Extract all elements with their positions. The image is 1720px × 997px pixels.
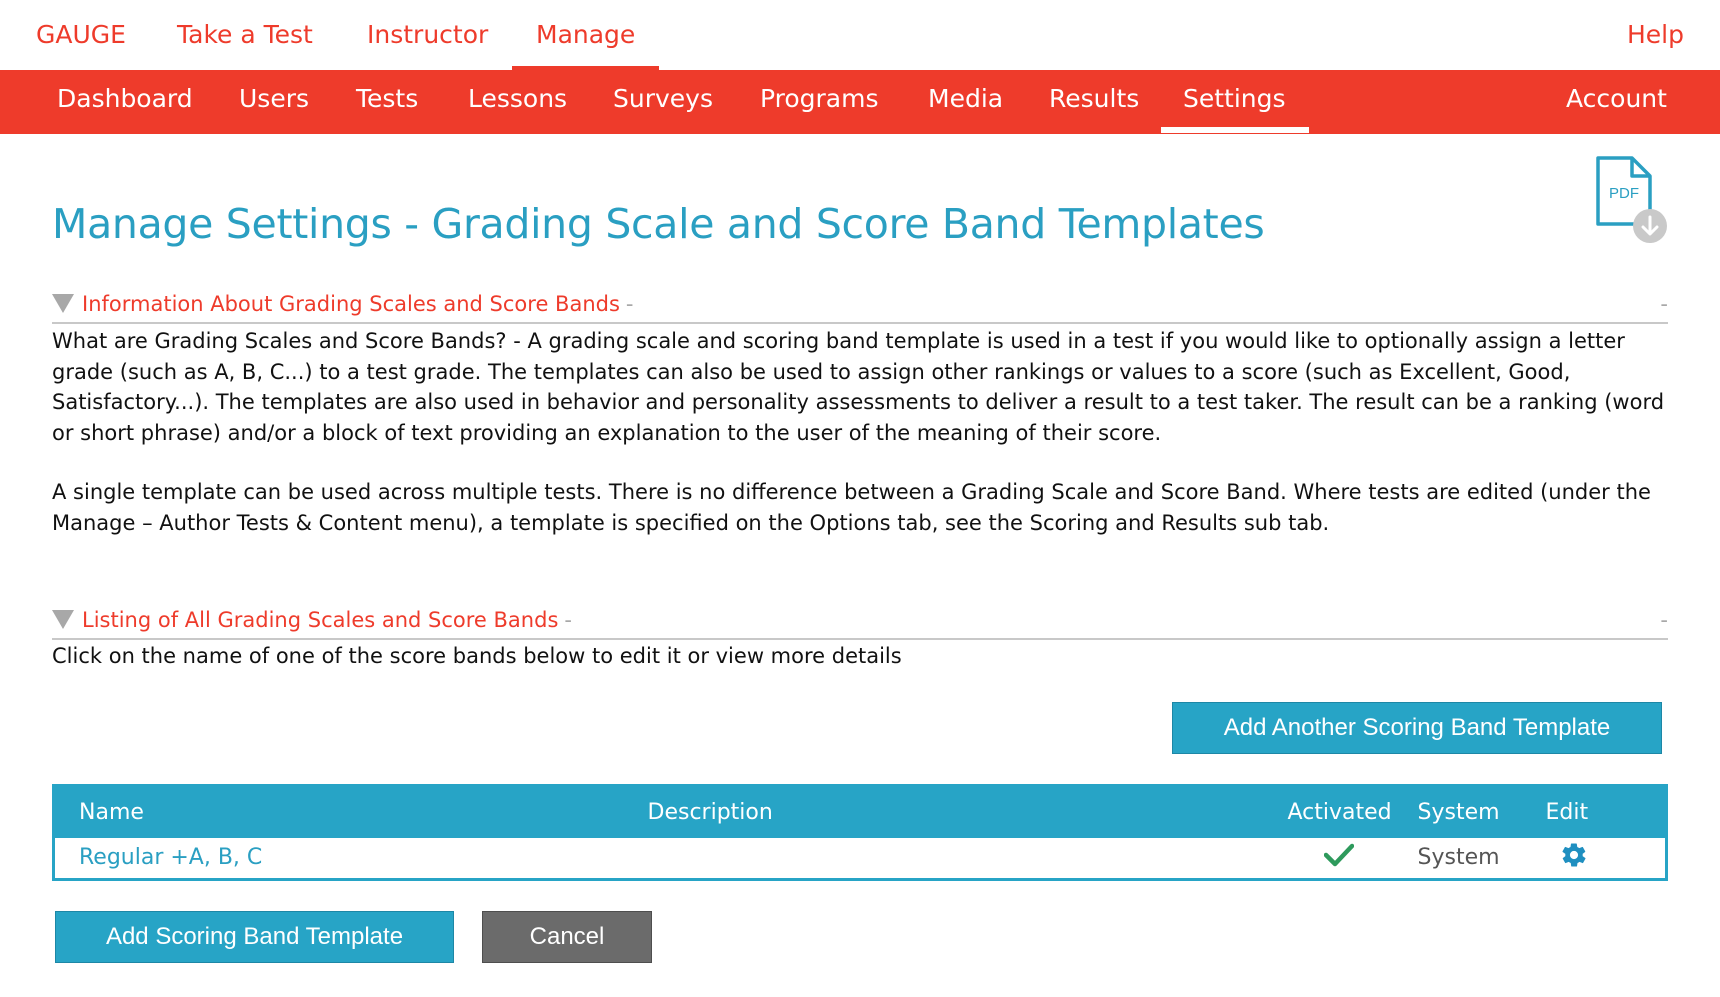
sub-nav-item-results[interactable]: Results — [1049, 84, 1139, 113]
score-band-table: Name Description Activated System Edit R… — [52, 784, 1668, 881]
cancel-button[interactable]: Cancel — [482, 911, 652, 963]
column-header-activated[interactable]: Activated — [1287, 785, 1408, 838]
sub-nav-item-users[interactable]: Users — [239, 84, 309, 113]
sub-nav-item-tests[interactable]: Tests — [356, 84, 418, 113]
listing-section-toggle[interactable]: - — [564, 608, 572, 632]
page-title: Manage Settings - Grading Scale and Scor… — [52, 200, 1265, 248]
collapse-triangle-icon[interactable] — [52, 610, 74, 629]
table-row[interactable]: Regular +A, B, C System — [54, 838, 1667, 880]
sub-nav-item-media[interactable]: Media — [928, 84, 1003, 113]
info-paragraph-1: What are Grading Scales and Score Bands?… — [52, 326, 1672, 448]
add-another-scoring-band-button[interactable]: Add Another Scoring Band Template — [1172, 702, 1662, 754]
sub-nav-item-dashboard[interactable]: Dashboard — [57, 84, 193, 113]
column-header-system[interactable]: System — [1407, 785, 1536, 838]
column-header-name[interactable]: Name — [53, 785, 624, 838]
checkmark-icon — [1323, 843, 1354, 866]
brand-link[interactable]: GAUGE — [36, 20, 126, 49]
gear-icon[interactable] — [1560, 841, 1588, 869]
top-nav-item-manage[interactable]: Manage — [511, 20, 660, 71]
sub-nav-item-programs[interactable]: Programs — [760, 84, 879, 113]
account-link[interactable]: Account — [1566, 84, 1667, 113]
listing-section-collapse-toggle[interactable]: - — [1660, 608, 1668, 632]
sub-nav-item-settings[interactable]: Settings — [1161, 84, 1308, 133]
info-section-header[interactable]: Information About Grading Scales and Sco… — [52, 290, 1668, 324]
help-link[interactable]: Help — [1627, 20, 1684, 49]
info-paragraph-2: A single template can be used across mul… — [52, 480, 1651, 535]
row-name-link[interactable]: Regular +A, B, C — [54, 838, 624, 880]
column-header-description[interactable]: Description — [623, 785, 1288, 838]
listing-instruction: Click on the name of one of the score ba… — [52, 644, 902, 668]
collapse-triangle-icon[interactable] — [52, 294, 74, 313]
top-nav-item-take-a-test[interactable]: Take a Test — [177, 20, 313, 49]
row-description — [624, 838, 1288, 880]
listing-section-heading[interactable]: Listing of All Grading Scales and Score … — [82, 608, 558, 632]
row-edit[interactable] — [1536, 838, 1667, 880]
pdf-icon-label: PDF — [1609, 185, 1639, 202]
sub-nav: Dashboard Users Tests Lessons Surveys Pr… — [0, 70, 1720, 134]
add-scoring-band-template-button[interactable]: Add Scoring Band Template — [55, 911, 454, 963]
sub-nav-item-surveys[interactable]: Surveys — [613, 84, 713, 113]
row-activated — [1288, 838, 1408, 880]
column-header-edit: Edit — [1535, 785, 1667, 838]
info-lead: What are Grading Scales and Score Bands? — [52, 329, 507, 353]
info-section-collapse-toggle[interactable]: - — [1660, 292, 1668, 316]
top-nav: GAUGE Take a Test Instructor Manage Help — [0, 0, 1720, 71]
sub-nav-item-lessons[interactable]: Lessons — [468, 84, 567, 113]
table-header-row: Name Description Activated System Edit — [53, 785, 1667, 838]
info-section-toggle[interactable]: - — [626, 292, 634, 316]
top-nav-item-instructor[interactable]: Instructor — [367, 20, 488, 49]
info-section-heading[interactable]: Information About Grading Scales and Sco… — [82, 292, 620, 316]
listing-section-header[interactable]: Listing of All Grading Scales and Score … — [52, 606, 1668, 640]
pdf-download-icon[interactable]: PDF — [1594, 154, 1670, 248]
row-system: System — [1417, 845, 1500, 871]
